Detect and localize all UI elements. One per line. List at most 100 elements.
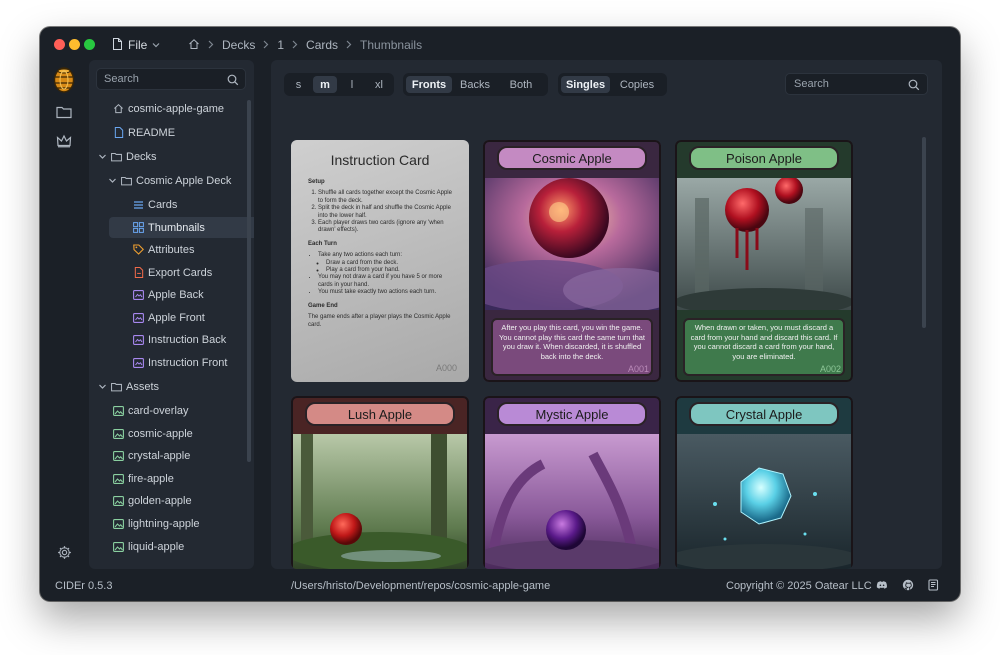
turn-step-text: Take any two actions each turn: — [318, 252, 403, 259]
tree-item-apple-back[interactable]: Apple Back — [133, 284, 204, 305]
tree-item-lightning-apple[interactable]: lightning-apple — [113, 513, 200, 534]
mode-option-singles[interactable]: Singles — [561, 76, 610, 93]
tree-item-export-cards[interactable]: Export Cards — [133, 262, 212, 283]
turn-heading: Each Turn — [308, 240, 337, 247]
breadcrumb-separator-icon — [208, 38, 214, 52]
tree-item-card-overlay[interactable]: card-overlay — [113, 400, 189, 421]
tree-item-attributes[interactable]: Attributes — [133, 239, 194, 260]
tree-item-label: liquid-apple — [128, 540, 185, 553]
card-frame — [675, 140, 853, 382]
breadcrumb-cards[interactable]: Cards — [306, 38, 338, 52]
minimize-window-button[interactable] — [69, 39, 80, 50]
card-grid: Instruction Card Setup Shuffle all cards… — [291, 113, 911, 569]
copyright-notice: Copyright © 2025 Oatear LLC — [726, 580, 872, 592]
tree-item-label: Apple Back — [148, 288, 204, 301]
settings-gear-icon[interactable] — [54, 542, 74, 562]
image-icon — [113, 450, 124, 461]
tree-item-label: fire-apple — [128, 472, 174, 485]
tree-item-crystal-apple[interactable]: crystal-apple — [113, 445, 190, 466]
tree-item-label: crystal-apple — [128, 449, 191, 462]
chevron-down-icon[interactable] — [107, 176, 117, 185]
tree-item-readme[interactable]: README — [113, 122, 175, 143]
mode-option-copies[interactable]: Copies — [610, 76, 664, 93]
cards-search-field[interactable] — [785, 73, 928, 95]
breadcrumb-deck-id[interactable]: 1 — [277, 38, 284, 52]
sidebar-search-field[interactable] — [96, 68, 246, 90]
tree-item-cosmic-apple[interactable]: cosmic-apple — [113, 423, 193, 444]
breadcrumb-separator-icon — [263, 38, 269, 52]
file-menu-label: File — [128, 38, 148, 52]
size-option-m[interactable]: m — [313, 76, 337, 93]
setup-step: Split the deck in half and shuffle the C… — [318, 205, 456, 220]
crown-icon[interactable] — [54, 131, 74, 151]
tree-item-golden-apple[interactable]: golden-apple — [113, 490, 192, 511]
breadcrumb-thumbnails: Thumbnails — [360, 38, 423, 52]
size-selector: s m l xl — [284, 73, 394, 96]
home-icon[interactable] — [188, 38, 200, 53]
tree-item-instruction-front[interactable]: Instruction Front — [133, 352, 227, 373]
chevron-down-icon — [152, 38, 160, 52]
turn-substep: Play a card from your hand. — [326, 267, 456, 274]
size-option-xl[interactable]: xl — [367, 76, 391, 93]
sidebar-search-input[interactable] — [104, 72, 224, 86]
folder-icon[interactable] — [54, 102, 74, 122]
tree-item-label: Cards — [148, 198, 178, 211]
app-version: CIDEr 0.5.3 — [55, 580, 113, 592]
card-thumbnail-cosmic-apple[interactable]: Cosmic Apple After you play this card, y… — [483, 140, 661, 382]
title-bar: File Decks 1 Cards Thumbnails — [40, 27, 960, 61]
size-option-s[interactable]: s — [287, 76, 310, 93]
tree-item-apple-front[interactable]: Apple Front — [133, 307, 205, 328]
copy-mode-selector: Singles Copies — [558, 73, 667, 96]
explorer-sidebar: cosmic-apple-game README Decks Cosmic Apple… — [89, 60, 254, 569]
instruction-body: Setup Shuffle all cards together except … — [308, 179, 456, 329]
face-option-both[interactable]: Both — [498, 76, 544, 93]
tree-item-cards[interactable]: Cards — [133, 194, 177, 215]
close-window-button[interactable] — [54, 39, 65, 50]
tree-item-decks[interactable]: Decks — [97, 146, 157, 167]
card-thumbnail-poison-apple[interactable]: Poison Apple When drawn or taken, you mu… — [675, 140, 853, 382]
breadcrumb-decks[interactable]: Decks — [222, 38, 255, 52]
card-thumbnail-mystic-apple[interactable]: Mystic Apple — [483, 396, 661, 569]
app-logo-icon[interactable] — [52, 67, 76, 93]
documentation-book-icon[interactable] — [927, 579, 939, 591]
card-frame — [483, 396, 661, 569]
activity-bar — [40, 61, 88, 569]
zoom-window-button[interactable] — [84, 39, 95, 50]
tree-item-label: Cosmic Apple Deck — [136, 174, 232, 187]
sidebar-scrollbar[interactable] — [247, 100, 251, 462]
tree-item-fire-apple[interactable]: fire-apple — [113, 468, 174, 489]
tree-item-label: Attributes — [148, 243, 195, 256]
face-option-backs[interactable]: Backs — [452, 76, 498, 93]
card-thumbnail-instruction[interactable]: Instruction Card Setup Shuffle all cards… — [291, 140, 469, 382]
breadcrumb: Decks 1 Cards Thumbnails — [188, 37, 422, 53]
tree-item-label: Decks — [126, 150, 157, 163]
card-thumbnail-lush-apple[interactable]: Lush Apple — [291, 396, 469, 569]
tree-item-label: Export Cards — [148, 266, 213, 279]
thumbnails-scrollbar[interactable] — [922, 137, 926, 328]
home-icon — [113, 103, 124, 114]
chevron-down-icon[interactable] — [97, 382, 107, 391]
github-icon[interactable] — [902, 579, 914, 591]
folder-icon — [111, 151, 122, 162]
face-option-fronts[interactable]: Fronts — [406, 76, 452, 93]
file-icon — [112, 37, 123, 53]
discord-icon[interactable] — [876, 579, 888, 591]
end-text: The game ends after a player plays the C… — [308, 314, 451, 328]
status-bar: CIDEr 0.5.3 /Users/hristo/Development/re… — [40, 569, 960, 601]
cards-search-input[interactable] — [794, 77, 904, 91]
chevron-down-icon[interactable] — [97, 152, 107, 161]
size-option-l[interactable]: l — [340, 76, 364, 93]
file-menu[interactable]: File — [112, 37, 160, 53]
setup-step: Shuffle all cards together except the Co… — [318, 190, 456, 205]
tree-item-cosmic-apple-game[interactable]: cosmic-apple-game — [113, 98, 224, 119]
tree-item-liquid-apple[interactable]: liquid-apple — [113, 536, 184, 557]
folder-icon — [111, 381, 122, 392]
tree-item-label: Thumbnails — [148, 221, 205, 234]
tree-item-instruction-back[interactable]: Instruction Back — [133, 329, 226, 350]
card-thumbnail-crystal-apple[interactable]: Crystal Apple — [675, 396, 853, 569]
tree-item-assets[interactable]: Assets — [97, 376, 159, 397]
tree-item-thumbnails[interactable]: Thumbnails — [109, 217, 254, 238]
image-icon — [113, 405, 124, 416]
turn-step: You must take exactly two actions each t… — [318, 289, 456, 296]
tree-item-cosmic-apple-deck[interactable]: Cosmic Apple Deck — [107, 170, 231, 191]
